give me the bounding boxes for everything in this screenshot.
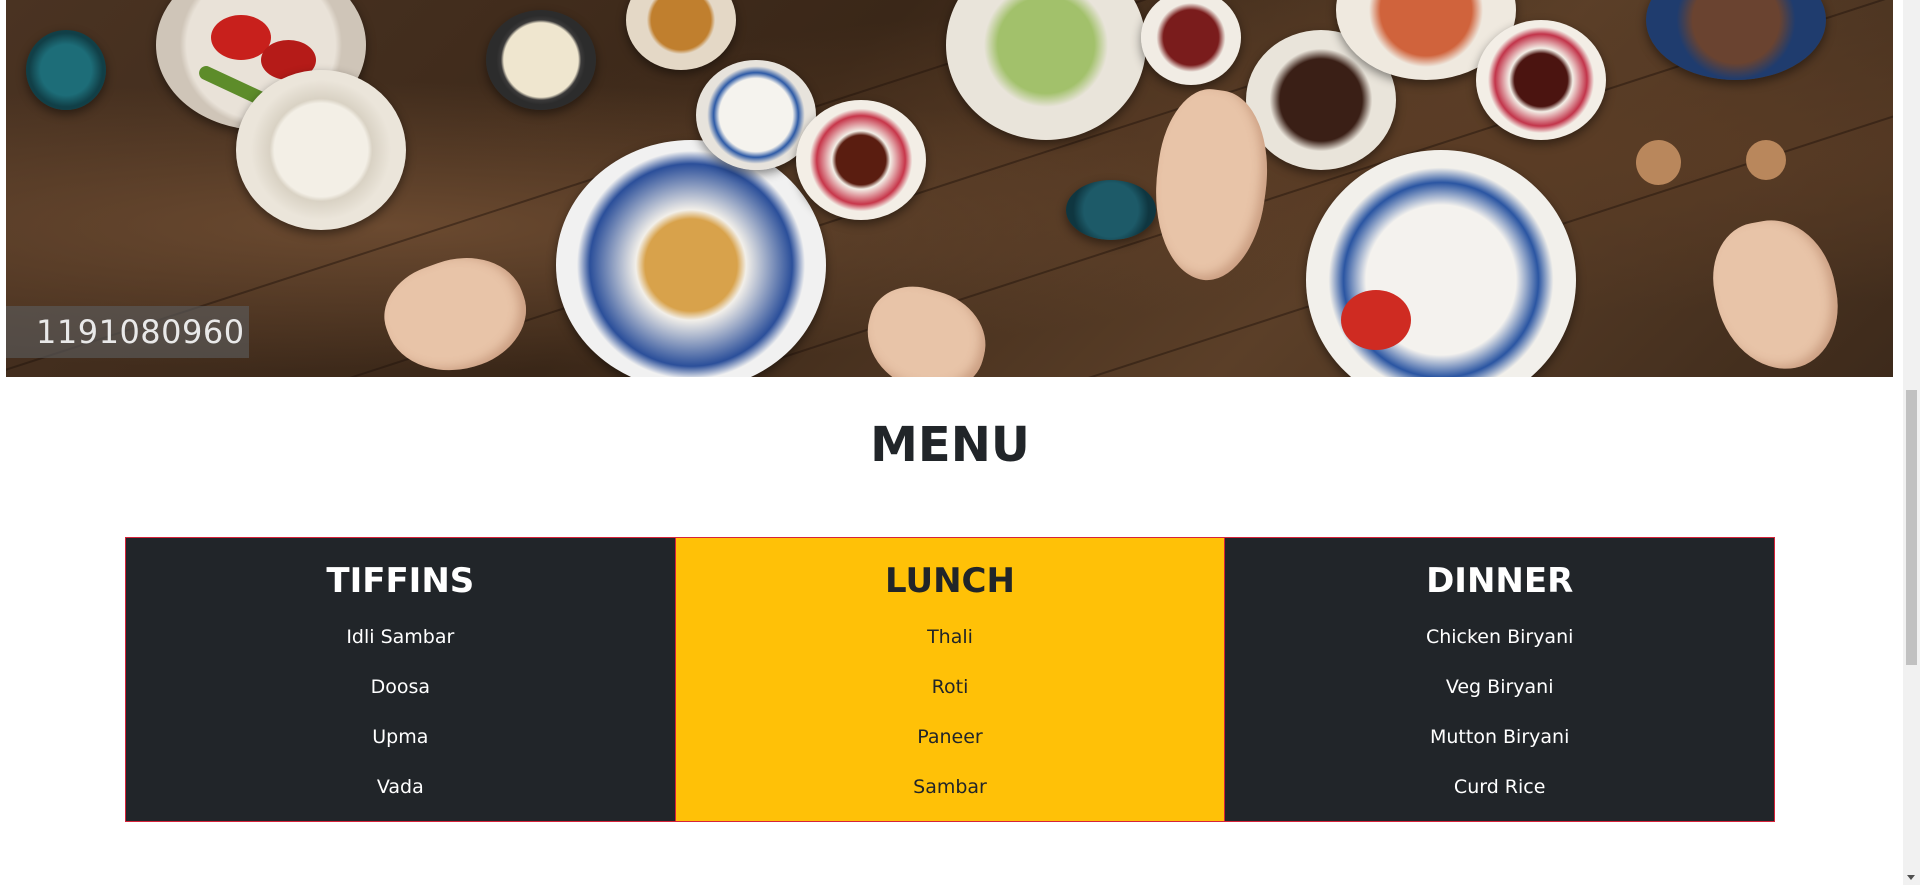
menu-list: Thali Roti Paneer Sambar: [676, 612, 1225, 812]
fig: [1636, 140, 1681, 185]
menu-item: Vada: [376, 776, 424, 798]
menu-item: Doosa: [370, 676, 431, 698]
hero-image: 1191080960: [6, 0, 1893, 377]
pomegranate-bowl: [1141, 0, 1241, 85]
cucumber-plate: [946, 0, 1146, 140]
teal-cup: [26, 30, 106, 110]
menu-title: MENU: [870, 417, 1030, 473]
image-watermark: 1191080960: [6, 306, 249, 358]
tea-glass: [796, 100, 926, 220]
salad-bowl: [236, 70, 406, 230]
main-plate: [556, 140, 826, 377]
menu-heading-lunch: LUNCH: [885, 561, 1015, 601]
small-cup: [1066, 180, 1156, 240]
scroll-down-arrow-icon[interactable]: [1907, 875, 1915, 880]
menu-list: Idli Sambar Doosa Upma Vada: [126, 612, 675, 812]
honey-bowl: [626, 0, 736, 70]
menu-item: Paneer: [917, 726, 983, 748]
menu-item: Veg Biryani: [1445, 676, 1554, 698]
menu-item: Idli Sambar: [346, 626, 455, 648]
menu-item: Sambar: [913, 776, 987, 798]
menu-column-dinner: DINNER Chicken Biryani Veg Biryani Mutto…: [1225, 538, 1775, 821]
vertical-scrollbar[interactable]: [1903, 0, 1920, 885]
menu-heading-dinner: DINNER: [1426, 561, 1574, 601]
menu-column-tiffins: TIFFINS Idli Sambar Doosa Upma Vada: [126, 538, 676, 821]
fig: [1746, 140, 1786, 180]
menu-item: Roti: [931, 676, 969, 698]
menu-table: TIFFINS Idli Sambar Doosa Upma Vada LUNC…: [125, 537, 1775, 822]
menu-item: Thali: [927, 626, 973, 648]
menu-item: Upma: [372, 726, 429, 748]
right-hand: [1703, 210, 1849, 377]
menu-item: Mutton Biryani: [1429, 726, 1570, 748]
sauce-bowl: [486, 10, 596, 110]
menu-item: Chicken Biryani: [1425, 626, 1574, 648]
scrollbar-thumb[interactable]: [1906, 390, 1917, 665]
tea-glass-right: [1476, 20, 1606, 140]
menu-item: Curd Rice: [1453, 776, 1546, 798]
menu-list: Chicken Biryani Veg Biryani Mutton Birya…: [1225, 612, 1774, 812]
left-hand: [371, 239, 541, 377]
page: 1191080960 MENU TIFFINS Idli Sambar Doos…: [0, 0, 1920, 885]
hand-with-fork: [855, 276, 997, 377]
tomato-slice: [1341, 290, 1411, 350]
side-plate: [1306, 150, 1576, 377]
menu-column-lunch: LUNCH Thali Roti Paneer Sambar: [675, 538, 1226, 821]
menu-heading-tiffins: TIFFINS: [326, 561, 475, 601]
